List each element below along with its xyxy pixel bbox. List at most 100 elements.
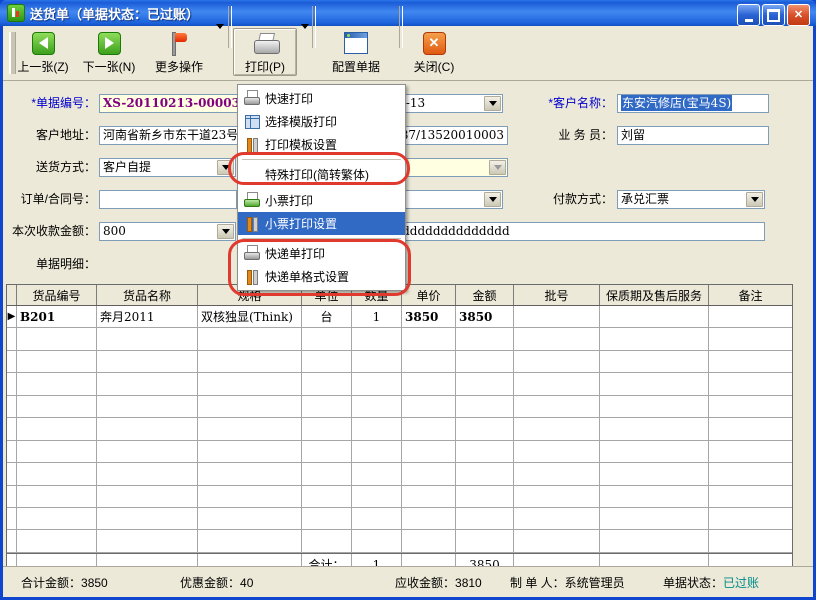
- titlebar: 送货单（单据状态：已过账） ✕: [0, 0, 816, 26]
- grid-cell-empty: [17, 328, 97, 349]
- grid-cell-empty: [514, 373, 600, 394]
- menu-item-receipt-print[interactable]: 小票打印: [238, 189, 405, 212]
- table-row: [7, 396, 792, 418]
- printer-icon: [253, 33, 277, 55]
- grid-cell-empty: [198, 328, 302, 349]
- remark-field[interactable]: dddddddddddddddddddd: [352, 222, 765, 241]
- address-field[interactable]: 河南省新乡市东干道23号: [99, 126, 250, 145]
- grid-cell: 台: [302, 306, 352, 327]
- items-table: 货品编号 货品名称 规格 单位 数量 单价 金额 批号 保质期及售后服务 备注 …: [6, 284, 793, 577]
- grid-cell-empty: [600, 463, 709, 484]
- statusbar: 合计金额：3850 优惠金额：40 应收金额：3810 制 单 人：系统管理员 …: [3, 566, 813, 595]
- chevron-down-icon[interactable]: [217, 224, 234, 239]
- grid-cell-empty: [198, 441, 302, 462]
- grid-cell-empty: [600, 328, 709, 349]
- print-dropdown-arrow[interactable]: [301, 24, 309, 29]
- grid-cell-empty: [402, 486, 456, 507]
- prev-button[interactable]: 上一张(Z): [12, 28, 74, 76]
- amount-combobox[interactable]: 800: [99, 222, 236, 241]
- delivery-label: 送货方式：: [0, 158, 96, 177]
- grid-cell-empty: [402, 508, 456, 529]
- menu-item-receipt-setup[interactable]: 小票打印设置: [238, 212, 405, 235]
- configure-doc-button[interactable]: 配置单据: [318, 28, 394, 76]
- salesman-field[interactable]: 刘留: [617, 126, 769, 145]
- grid-cell-empty: [402, 373, 456, 394]
- flag-icon: [169, 32, 189, 54]
- menu-item-quick-print[interactable]: 快速打印: [238, 87, 405, 110]
- grid-cell: 1: [352, 306, 402, 327]
- more-actions-dropdown-arrow[interactable]: [216, 24, 224, 29]
- grid-cell-empty: [709, 530, 792, 551]
- grid-cell: [709, 306, 792, 327]
- next-button[interactable]: 下一张(N): [78, 28, 140, 76]
- column-header: 单价: [402, 285, 456, 305]
- grid-cell-empty: [17, 373, 97, 394]
- grid-cell-empty: [709, 328, 792, 349]
- next-icon: [98, 32, 121, 55]
- chevron-down-icon[interactable]: [484, 192, 501, 207]
- table-row: [7, 530, 792, 552]
- grid-cell-empty: [514, 418, 600, 439]
- grid-cell-empty: [352, 508, 402, 529]
- grid-cell-empty: [402, 396, 456, 417]
- grid-cell-empty: [198, 351, 302, 372]
- table-row[interactable]: ▶ B201 奔月2011 双核独显(Think) 台 1 3850 3850: [7, 306, 792, 328]
- grid-cell-empty: [600, 373, 709, 394]
- grid-cell-empty: [514, 351, 600, 372]
- maximize-icon: [767, 9, 780, 22]
- grid-cell: B201: [17, 306, 97, 327]
- grid-cell-empty: [709, 373, 792, 394]
- column-header: 保质期及售后服务: [600, 285, 709, 305]
- template-grid-icon: [243, 114, 261, 130]
- grid-cell-empty: [600, 396, 709, 417]
- table-row: [7, 351, 792, 373]
- grid-cell-empty: [17, 486, 97, 507]
- grid-cell-empty: [600, 351, 709, 372]
- chevron-down-icon[interactable]: [484, 96, 501, 111]
- grid-cell-empty: [456, 396, 514, 417]
- row-selector-cell: [7, 441, 17, 462]
- maximize-button[interactable]: [762, 4, 785, 26]
- printer-icon: [243, 91, 261, 107]
- row-selector-cell: [7, 373, 17, 394]
- grid-cell-empty: [352, 351, 402, 372]
- annotation-oval-express: [228, 239, 411, 296]
- menu-item-template-print[interactable]: 选择模版打印: [238, 110, 405, 133]
- minimize-button[interactable]: [737, 4, 760, 26]
- tools-icon: [243, 137, 261, 153]
- table-row: [7, 441, 792, 463]
- chevron-down-icon[interactable]: [746, 192, 763, 207]
- grid-cell-empty: [302, 328, 352, 349]
- prev-icon: [32, 32, 55, 55]
- row-selector-cell: [7, 508, 17, 529]
- grid-cell-empty: [97, 508, 198, 529]
- row-selector-header: [7, 285, 17, 305]
- grid-cell-empty: [402, 351, 456, 372]
- order-no-field[interactable]: [99, 190, 237, 209]
- chevron-down-icon: [489, 160, 506, 175]
- table-row: [7, 463, 792, 485]
- status-receivable: 应收金额：3810: [395, 574, 482, 591]
- more-actions-button[interactable]: 更多操作: [146, 28, 212, 76]
- close-x-icon: ✕: [423, 32, 446, 55]
- grid-cell-empty: [456, 530, 514, 551]
- row-selector-cell: [7, 418, 17, 439]
- column-header: 货品名称: [97, 285, 198, 305]
- grid-cell-empty: [456, 508, 514, 529]
- grid-cell: [514, 306, 600, 327]
- print-button[interactable]: 打印(P): [233, 28, 297, 76]
- close-doc-button[interactable]: ✕ 关闭(C): [405, 28, 463, 76]
- close-button[interactable]: ✕: [787, 4, 810, 26]
- grid-cell-empty: [97, 373, 198, 394]
- close-icon: ✕: [794, 10, 803, 21]
- payment-combobox[interactable]: 承兑汇票: [617, 190, 765, 209]
- grid-cell-empty: [97, 328, 198, 349]
- row-selector-cell: ▶: [7, 306, 17, 327]
- toolbar-separator: [312, 6, 316, 48]
- grid-cell-empty: [600, 508, 709, 529]
- delivery-combobox[interactable]: 客户自提: [99, 158, 236, 177]
- doc-no-field[interactable]: XS-20110213-00003: [99, 94, 250, 113]
- grid-cell-empty: [17, 508, 97, 529]
- customer-field[interactable]: 东安汽修店(宝马4S): [617, 94, 769, 113]
- row-selector-cell: [7, 328, 17, 349]
